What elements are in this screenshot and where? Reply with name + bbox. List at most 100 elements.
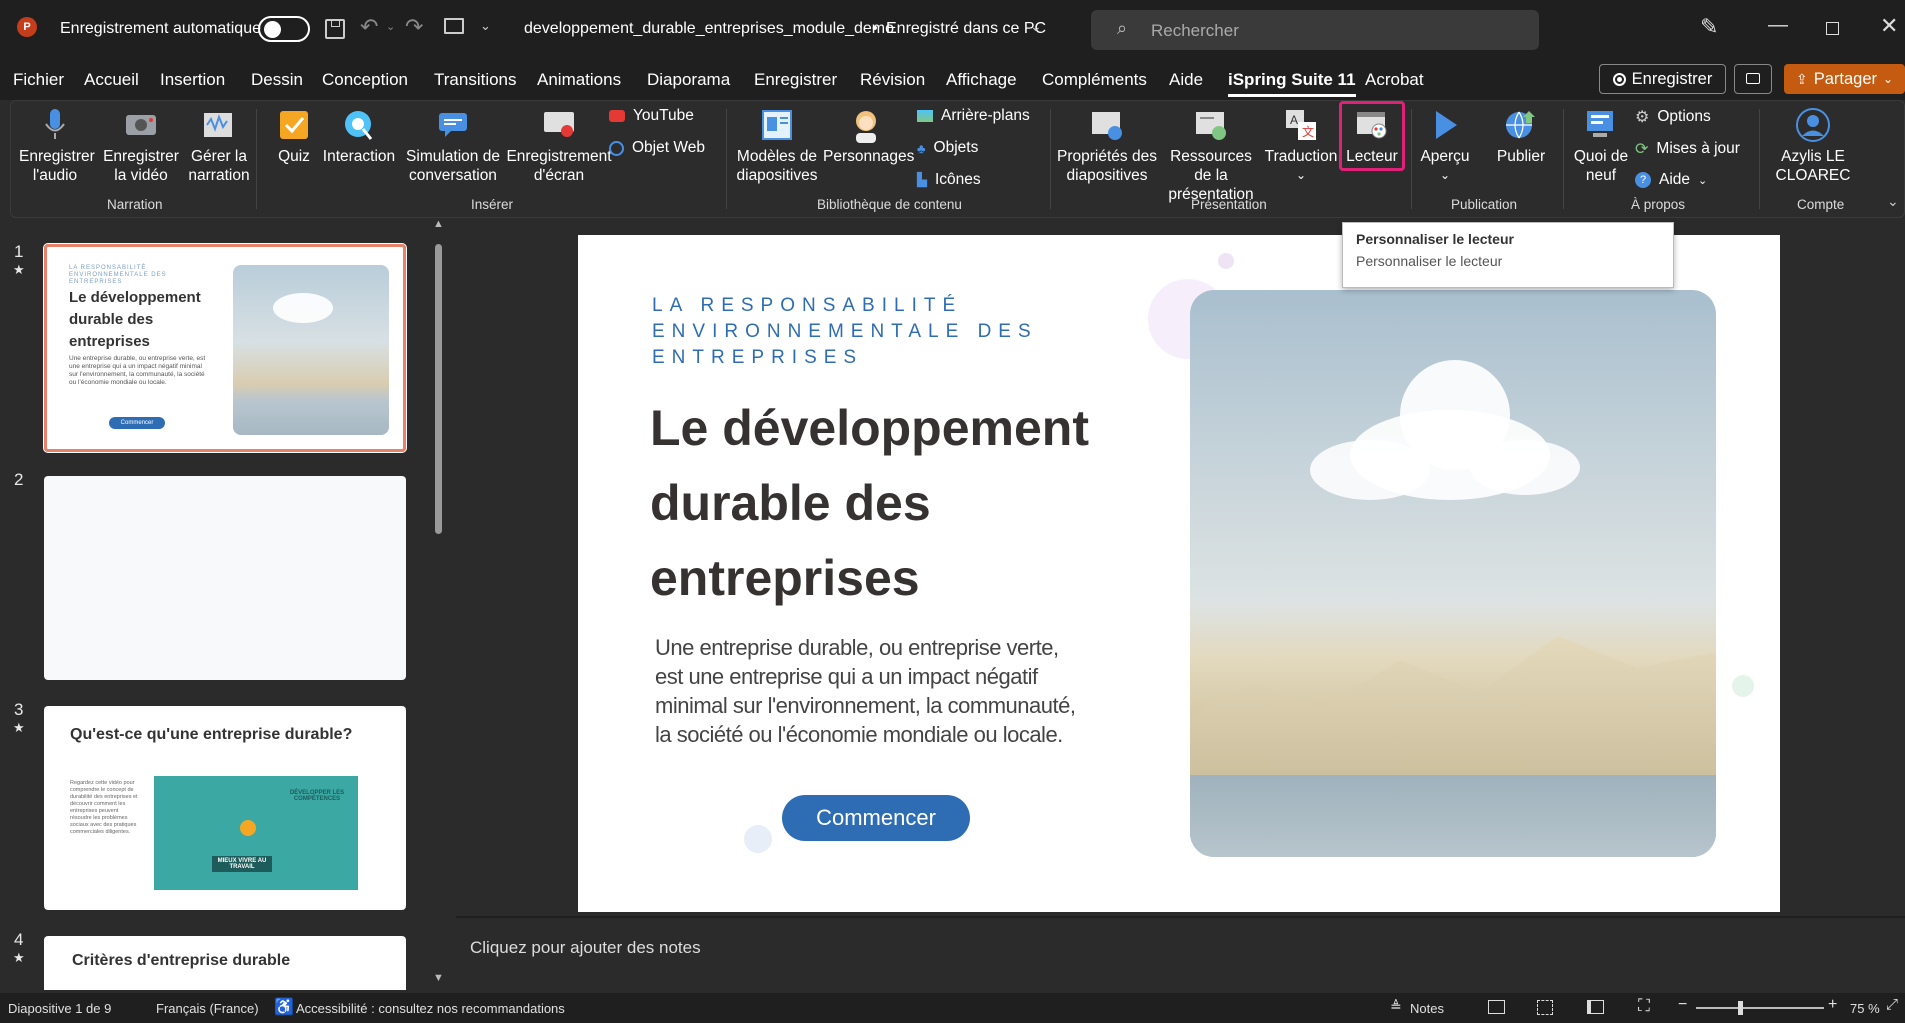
- record-video-label: Enregistrer la vidéo: [103, 148, 179, 184]
- tab-transitions[interactable]: Transitions: [434, 70, 517, 90]
- normal-view-icon[interactable]: [1488, 1000, 1505, 1014]
- quiz-label: Quiz: [278, 148, 310, 165]
- quiz-button[interactable]: Quiz: [269, 107, 319, 166]
- presentation-resources-button[interactable]: Ressources de la présentation: [1161, 107, 1261, 204]
- tab-animations[interactable]: Animations: [537, 70, 621, 90]
- customize-qat-icon[interactable]: ⌄: [480, 18, 491, 34]
- undo-icon[interactable]: ↶: [360, 14, 378, 40]
- translation-button[interactable]: A文 Traduction ⌄: [1263, 107, 1339, 185]
- notes-placeholder[interactable]: Cliquez pour ajouter des notes: [470, 938, 701, 958]
- preview-chevron-icon[interactable]: ⌄: [1415, 166, 1475, 185]
- scroll-up-icon[interactable]: ▲: [433, 218, 444, 230]
- redo-icon[interactable]: ↷: [405, 14, 423, 40]
- tab-insertion[interactable]: Insertion: [160, 70, 225, 90]
- help-button[interactable]: ? Aide ⌄: [1635, 171, 1707, 189]
- simulation-button[interactable]: Simulation de conversation: [397, 107, 509, 185]
- minimize-icon[interactable]: —: [1768, 14, 1788, 37]
- preview-button[interactable]: Aperçu ⌄: [1415, 107, 1475, 185]
- search-box[interactable]: ⌕ Rechercher: [1091, 10, 1539, 50]
- ribbon-collapse-icon[interactable]: ⌄: [1887, 193, 1899, 210]
- save-status-chevron-icon[interactable]: ⌄: [1030, 18, 1042, 35]
- objects-button[interactable]: ♣ Objets: [917, 139, 978, 157]
- tab-conception[interactable]: Conception: [322, 70, 408, 90]
- icons-button[interactable]: ▙ Icônes: [917, 171, 981, 189]
- slide-properties-button[interactable]: Propriétés des diapositives: [1057, 107, 1157, 185]
- tab-fichier[interactable]: Fichier: [13, 70, 64, 90]
- background-image-icon: [917, 110, 933, 122]
- record-dot-icon: [1612, 72, 1626, 86]
- record-video-button[interactable]: Enregistrer la vidéo: [101, 107, 181, 185]
- options-button[interactable]: ⚙ Options: [1635, 107, 1711, 127]
- record-audio-button[interactable]: Enregistrer l'audio: [19, 107, 95, 185]
- tab-aide[interactable]: Aide: [1169, 70, 1203, 90]
- thumbnails-scrollbar[interactable]: ▲ ▼: [432, 218, 444, 990]
- zoom-in-icon[interactable]: +: [1828, 996, 1837, 1014]
- account-button[interactable]: Azylis LE CLOAREC: [1765, 107, 1861, 185]
- tab-enregistrer[interactable]: Enregistrer: [754, 70, 837, 90]
- scrollbar-thumb[interactable]: [435, 244, 442, 534]
- slide-thumbnail-2[interactable]: [44, 476, 406, 680]
- fit-to-window-icon[interactable]: ⤢: [1886, 996, 1898, 1013]
- zoom-slider[interactable]: [1696, 1001, 1824, 1015]
- zoom-slider-handle[interactable]: [1738, 1001, 1743, 1015]
- close-icon[interactable]: ✕: [1880, 13, 1898, 39]
- whats-new-button[interactable]: Quoi de neuf: [1569, 107, 1633, 185]
- publish-button[interactable]: Publier: [1491, 107, 1551, 166]
- reading-view-icon[interactable]: [1587, 1000, 1604, 1014]
- zoom-out-icon[interactable]: −: [1678, 996, 1687, 1014]
- comments-button[interactable]: [1734, 64, 1772, 94]
- player-button[interactable]: Lecteur: [1343, 107, 1401, 166]
- accessibility-status[interactable]: Accessibilité : consultez nos recommanda…: [296, 1001, 565, 1016]
- body-line-2: est une entreprise qui a un impact négat…: [655, 664, 1038, 689]
- characters-button[interactable]: Personnages: [823, 107, 914, 166]
- updates-button[interactable]: ⟳ Mises à jour: [1635, 139, 1740, 159]
- notes-pane[interactable]: Cliquez pour ajouter des notes: [456, 916, 1905, 990]
- screen-record-button[interactable]: Enregistrement d'écran: [501, 107, 617, 185]
- tab-accueil[interactable]: Accueil: [84, 70, 139, 90]
- tab-complements[interactable]: Compléments: [1042, 70, 1147, 90]
- slide-sorter-icon[interactable]: [1537, 1000, 1553, 1015]
- language-indicator[interactable]: Français (France): [156, 1001, 259, 1016]
- svg-text:文: 文: [1302, 124, 1314, 139]
- body-line-4: la société ou l'économie mondiale ou loc…: [655, 722, 1063, 747]
- scroll-down-icon[interactable]: ▼: [433, 972, 444, 984]
- tab-dessin[interactable]: Dessin: [251, 70, 303, 90]
- tab-revision[interactable]: Révision: [860, 70, 925, 90]
- slide-thumbnail-4[interactable]: Critères d'entreprise durable: [44, 936, 406, 990]
- save-status[interactable]: Enregistré dans ce PC: [886, 20, 1046, 38]
- youtube-button[interactable]: YouTube: [609, 107, 694, 125]
- icons-label: Icônes: [935, 171, 981, 188]
- slide-templates-button[interactable]: Modèles de diapositives: [735, 107, 819, 185]
- translation-chevron-icon[interactable]: ⌄: [1263, 166, 1339, 185]
- tab-acrobat[interactable]: Acrobat: [1365, 70, 1424, 90]
- search-icon: ⌕: [1117, 18, 1128, 38]
- notes-toggle[interactable]: Notes: [1410, 1001, 1444, 1016]
- record-button[interactable]: Enregistrer: [1599, 64, 1726, 94]
- backgrounds-button[interactable]: Arrière-plans: [917, 107, 1030, 125]
- share-button[interactable]: ⇪ Partager ⌄: [1784, 64, 1905, 94]
- ribbon-separator: [256, 109, 257, 209]
- current-slide[interactable]: LA RESPONSABILITÉ ENVIRONNEMENTALE DES E…: [578, 235, 1780, 912]
- accessibility-icon[interactable]: ♿: [274, 997, 294, 1017]
- notes-toggle-icon[interactable]: ≜: [1390, 998, 1402, 1015]
- web-object-button[interactable]: Objet Web: [609, 139, 705, 157]
- interaction-button[interactable]: Interaction: [321, 107, 397, 166]
- editor-vertical-scrollbar[interactable]: [1892, 222, 1905, 912]
- slide-eyebrow: LA RESPONSABILITÉ ENVIRONNEMENTALE DES E…: [652, 293, 1038, 371]
- tab-affichage[interactable]: Affichage: [946, 70, 1017, 90]
- designer-pen-icon[interactable]: ✎: [1700, 14, 1718, 40]
- save-icon[interactable]: [325, 19, 345, 39]
- slideshow-view-icon[interactable]: ⛶: [1638, 996, 1650, 1016]
- slide-thumbnail-3[interactable]: Qu'est-ce qu'une entreprise durable? Reg…: [44, 706, 406, 910]
- slide-thumbnail-1[interactable]: LA RESPONSABILITÉ ENVIRONNEMENTALE DES E…: [43, 243, 407, 453]
- undo-dropdown-icon[interactable]: ⌄: [386, 20, 395, 33]
- restore-icon[interactable]: [1826, 22, 1839, 35]
- present-from-start-icon[interactable]: [444, 18, 464, 34]
- tab-ispring-suite[interactable]: iSpring Suite 11: [1228, 70, 1356, 97]
- start-button[interactable]: Commencer: [782, 795, 970, 841]
- autosave-toggle[interactable]: [258, 16, 310, 42]
- tab-diaporama[interactable]: Diaporama: [647, 70, 730, 90]
- interaction-label: Interaction: [322, 148, 396, 165]
- manage-narration-button[interactable]: Gérer la narration: [183, 107, 255, 185]
- zoom-level[interactable]: 75 %: [1850, 1001, 1880, 1016]
